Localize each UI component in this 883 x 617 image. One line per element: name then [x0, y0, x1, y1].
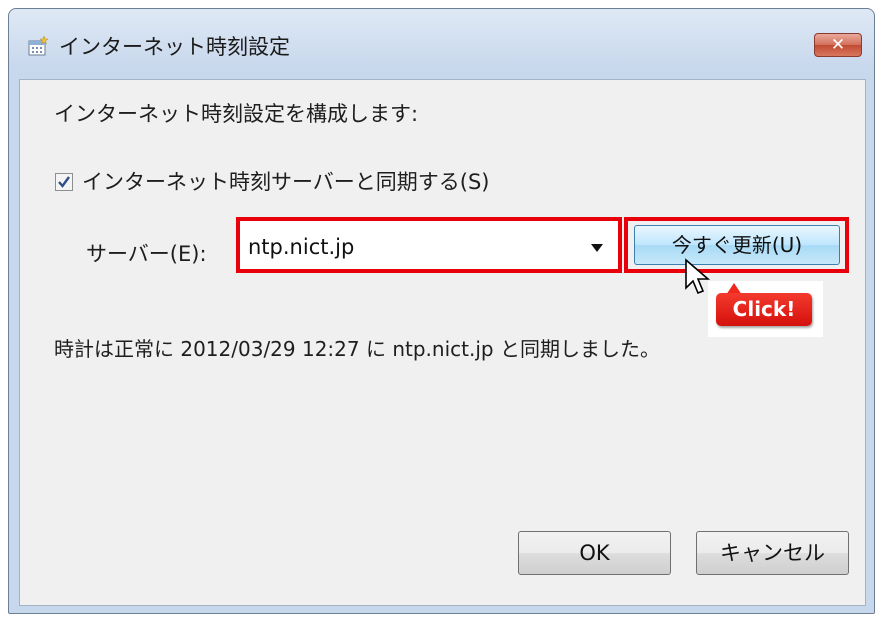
dropdown-arrow-icon[interactable] — [590, 243, 604, 253]
checkmark-icon — [58, 176, 70, 188]
cancel-button[interactable]: キャンセル — [696, 531, 849, 575]
window-title: インターネット時刻設定 — [59, 35, 290, 59]
server-label: サーバー(E): — [86, 242, 207, 266]
sync-status-text: 時計は正常に 2012/03/29 12:27 に ntp.nict.jp と同… — [54, 337, 660, 361]
update-now-button[interactable]: 今すぐ更新(U) — [634, 225, 840, 265]
sync-checkbox[interactable] — [55, 173, 73, 191]
server-value: ntp.nict.jp — [248, 235, 355, 259]
click-label: Click! — [716, 293, 812, 326]
update-button-highlight: 今すぐ更新(U) — [624, 217, 849, 273]
close-icon: ✕ — [830, 35, 846, 55]
server-combobox[interactable]: ntp.nict.jp — [236, 217, 622, 273]
ok-button[interactable]: OK — [518, 531, 671, 575]
title-bar: インターネット時刻設定 ✕ — [9, 9, 874, 79]
click-callout: Click! — [708, 281, 823, 337]
dialog-content: インターネット時刻設定を構成します: インターネット時刻サーバーと同期する(S)… — [19, 79, 866, 606]
internet-time-settings-dialog: インターネット時刻設定 ✕ インターネット時刻設定を構成します: インターネット… — [8, 8, 875, 614]
config-heading: インターネット時刻設定を構成します: — [54, 102, 419, 126]
sync-checkbox-label[interactable]: インターネット時刻サーバーと同期する(S) — [82, 166, 490, 196]
close-button[interactable]: ✕ — [814, 33, 862, 57]
clock-settings-icon — [28, 35, 49, 56]
